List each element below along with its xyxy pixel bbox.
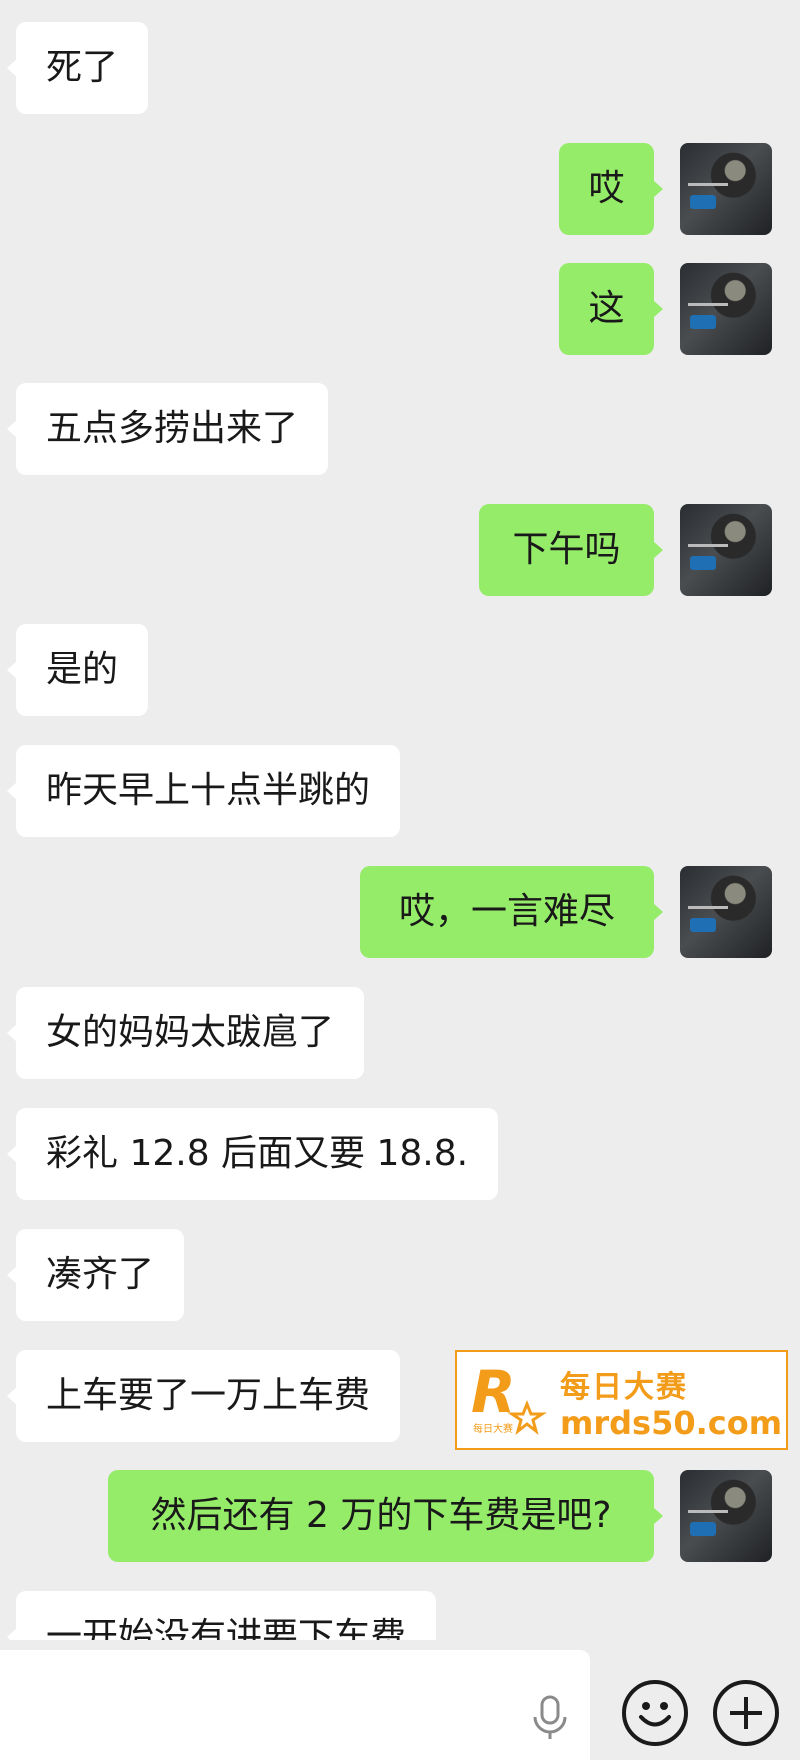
avatar[interactable]: [680, 1470, 772, 1562]
incoming-message[interactable]: 上车要了一万上车费: [6, 1350, 401, 1442]
avatar[interactable]: [680, 263, 772, 355]
incoming-message[interactable]: 女的妈妈太跋扈了: [6, 987, 365, 1079]
incoming-message[interactable]: 五点多捞出来了: [6, 383, 329, 475]
avatar[interactable]: [680, 143, 772, 235]
incoming-message[interactable]: 彩礼 12.8 后面又要 18.8.: [6, 1108, 499, 1200]
outgoing-message[interactable]: 这: [559, 263, 663, 355]
incoming-message[interactable]: 凑齐了: [6, 1229, 185, 1321]
avatar[interactable]: [680, 504, 772, 596]
incoming-message[interactable]: 一开始没有讲要下车费: [6, 1591, 437, 1640]
incoming-message[interactable]: 昨天早上十点半跳的: [6, 745, 401, 837]
incoming-message[interactable]: 是的: [6, 624, 149, 716]
watermark: R 每日大赛 每日大赛 mrds50.com: [455, 1350, 788, 1450]
outgoing-message[interactable]: 下午吗: [479, 504, 663, 596]
watermark-url: mrds50.com: [560, 1404, 783, 1442]
watermark-logo-letter: R: [471, 1360, 516, 1426]
incoming-message[interactable]: 死了: [6, 22, 149, 114]
smiley-icon[interactable]: [622, 1680, 688, 1746]
watermark-logo-caption: 每日大赛: [473, 1422, 513, 1435]
watermark-logo: R 每日大赛: [471, 1360, 547, 1435]
message-input[interactable]: [0, 1650, 590, 1760]
outgoing-message[interactable]: 哎，一言难尽: [360, 866, 663, 958]
avatar[interactable]: [680, 866, 772, 958]
outgoing-message[interactable]: 然后还有 2 万的下车费是吧?: [108, 1470, 663, 1562]
plus-icon[interactable]: [713, 1680, 779, 1746]
outgoing-message[interactable]: 哎: [559, 143, 663, 235]
microphone-icon[interactable]: [530, 1695, 570, 1741]
watermark-title: 每日大赛: [560, 1370, 688, 1405]
